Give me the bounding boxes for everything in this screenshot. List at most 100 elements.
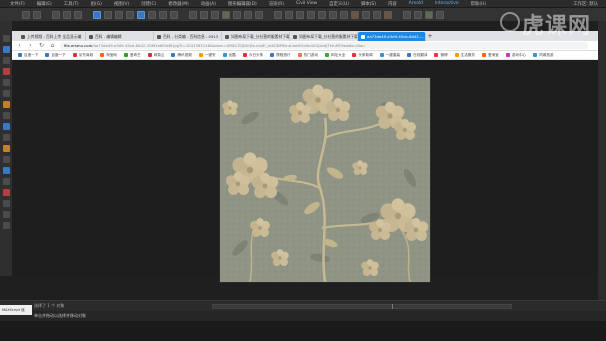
bind-space-warp-icon[interactable] bbox=[74, 10, 82, 19]
rect-selection-icon[interactable] bbox=[115, 10, 123, 19]
bookmark-item[interactable]: 在线翻译 bbox=[407, 53, 427, 58]
download-icon[interactable] bbox=[2, 90, 10, 97]
back-arrow-icon[interactable]: ‹ bbox=[16, 42, 23, 49]
new-tab-button[interactable]: + bbox=[426, 33, 434, 41]
menu-item[interactable]: 内容 bbox=[388, 1, 397, 7]
settings-icon[interactable] bbox=[2, 211, 10, 218]
menu-item[interactable]: 图形编辑器(D) bbox=[228, 1, 257, 7]
browser-tab-active[interactable]: aa73da49-e3d9-45cb-8d42-... bbox=[358, 32, 426, 41]
bookmark-item[interactable]: 微博 bbox=[434, 53, 448, 58]
time-slider[interactable] bbox=[212, 303, 513, 309]
bookmark-item[interactable]: 网易云 bbox=[147, 53, 164, 58]
bookmark-item[interactable]: 百度一下 bbox=[18, 53, 38, 58]
snap-toggle-icon[interactable] bbox=[222, 10, 230, 19]
spinner-snap-icon[interactable] bbox=[255, 10, 263, 19]
mail-icon[interactable] bbox=[2, 156, 10, 163]
undo-icon[interactable] bbox=[22, 10, 30, 19]
mirror-icon[interactable] bbox=[285, 10, 293, 19]
bookmark-item[interactable]: 京东商城 bbox=[72, 53, 93, 58]
menu-item[interactable]: Arnold bbox=[409, 1, 423, 6]
scene-explorer-icon[interactable] bbox=[318, 10, 326, 19]
menu-item[interactable]: 自定义(U) bbox=[329, 1, 349, 7]
bookmark-item[interactable]: 一键安 bbox=[198, 53, 216, 58]
menu-item[interactable]: Interactive bbox=[435, 1, 459, 6]
select-object-icon[interactable] bbox=[93, 10, 101, 19]
move-tool-icon[interactable] bbox=[2, 57, 10, 64]
bookmark-item[interactable]: 同城旅游 bbox=[533, 53, 554, 58]
bookmark-item[interactable]: 头条新闻 bbox=[352, 53, 373, 58]
calendar-icon[interactable] bbox=[2, 178, 10, 185]
browser-tab[interactable]: 上传视频 - 百科上传 全品显示编 bbox=[18, 32, 86, 41]
bookmark-item[interactable]: 优酷 bbox=[222, 53, 236, 58]
unlink-icon[interactable] bbox=[63, 10, 71, 19]
menu-item[interactable]: Civil View bbox=[296, 1, 317, 6]
select-by-name-icon[interactable] bbox=[104, 10, 112, 19]
bookmark-item[interactable]: 一键重装 bbox=[379, 53, 400, 58]
bookmark-item[interactable]: 腾讯视频 bbox=[171, 53, 192, 58]
bookmark-item[interactable]: 游戏中心 bbox=[505, 53, 526, 58]
bookmark-icon[interactable] bbox=[2, 68, 10, 75]
manipulate-icon[interactable] bbox=[200, 10, 208, 19]
arnold-icon[interactable] bbox=[425, 10, 433, 19]
workspace-selector[interactable]: 工作区: 默认 bbox=[573, 1, 598, 7]
render-frame-icon[interactable] bbox=[373, 10, 381, 19]
bookmark-item[interactable]: 生活服务 bbox=[454, 53, 475, 58]
bookmark-item[interactable]: 热门游戏 bbox=[297, 53, 318, 58]
bookmark-item[interactable]: 携程旅行 bbox=[270, 53, 291, 58]
cloud-icon[interactable] bbox=[2, 112, 10, 119]
browser-tab[interactable]: 如图布局下载_分社营的服素材下载 bbox=[222, 32, 290, 41]
browser-tab[interactable]: 如图布局下载_分社营的服素材下载 bbox=[290, 32, 358, 41]
bookmark-item[interactable]: 淘宝网 bbox=[100, 53, 117, 58]
scene-explorer-icon[interactable] bbox=[2, 35, 10, 42]
history-icon[interactable] bbox=[2, 79, 10, 86]
menu-item[interactable]: 渲染(R) bbox=[269, 1, 284, 7]
schematic-view-icon[interactable] bbox=[340, 10, 348, 19]
render-icon[interactable] bbox=[384, 10, 392, 19]
reload-icon[interactable]: ↻ bbox=[38, 42, 45, 49]
menu-item[interactable]: 帮助(H) bbox=[471, 1, 487, 7]
bookmark-item[interactable]: 网址大全 bbox=[324, 53, 345, 58]
keyboard-shortcut-icon[interactable] bbox=[211, 10, 219, 19]
menu-item[interactable]: 文件(F) bbox=[10, 1, 25, 7]
menu-item[interactable]: 脚本(S) bbox=[361, 1, 376, 7]
menu-item[interactable]: 组(G) bbox=[91, 1, 102, 7]
more-icon[interactable] bbox=[2, 222, 10, 229]
time-slider-marker[interactable] bbox=[392, 303, 394, 309]
menu-item[interactable]: 编辑(E) bbox=[37, 1, 52, 7]
bookmark-item[interactable]: 今日头条 bbox=[242, 53, 263, 58]
bookmark-item[interactable]: 百度一下 bbox=[45, 53, 66, 58]
weather-icon[interactable] bbox=[2, 167, 10, 174]
game-icon[interactable] bbox=[2, 145, 10, 152]
menu-item[interactable]: 创建(C) bbox=[141, 1, 156, 7]
place-icon[interactable] bbox=[170, 10, 178, 19]
angle-snap-icon[interactable] bbox=[233, 10, 241, 19]
edit-named-selection-icon[interactable] bbox=[274, 10, 282, 19]
redo-icon[interactable] bbox=[33, 10, 41, 19]
forward-arrow-icon[interactable]: › bbox=[27, 42, 34, 49]
folder-icon[interactable] bbox=[2, 101, 10, 108]
select-tool-icon[interactable] bbox=[2, 46, 10, 53]
viewport-icon[interactable] bbox=[403, 10, 411, 19]
bookmark-item[interactable]: 爱淘宝 bbox=[482, 53, 499, 58]
layer-explorer-icon[interactable] bbox=[307, 10, 315, 19]
autodesk-icon[interactable] bbox=[414, 10, 422, 19]
render-setup-icon[interactable] bbox=[362, 10, 370, 19]
extension-icon[interactable] bbox=[2, 200, 10, 207]
music-icon[interactable] bbox=[2, 189, 10, 196]
menu-item[interactable]: 动画(A) bbox=[201, 1, 216, 7]
select-scale-icon[interactable] bbox=[159, 10, 167, 19]
menu-item[interactable]: 工具(T) bbox=[64, 1, 79, 7]
window-crossing-icon[interactable] bbox=[126, 10, 134, 19]
video-icon[interactable] bbox=[2, 123, 10, 130]
link-icon[interactable] bbox=[52, 10, 60, 19]
bookmark-item[interactable]: 爱奇艺 bbox=[123, 53, 141, 58]
pivot-center-icon[interactable] bbox=[189, 10, 197, 19]
note-icon[interactable] bbox=[2, 134, 10, 141]
align-icon[interactable] bbox=[296, 10, 304, 19]
maxscript-listener[interactable]: MAXScript 迷 bbox=[0, 305, 32, 315]
select-move-icon[interactable] bbox=[137, 10, 145, 19]
curve-editor-icon[interactable] bbox=[329, 10, 337, 19]
select-rotate-icon[interactable] bbox=[148, 10, 156, 19]
help-icon[interactable] bbox=[436, 10, 444, 19]
home-icon[interactable]: ⌂ bbox=[49, 42, 56, 49]
